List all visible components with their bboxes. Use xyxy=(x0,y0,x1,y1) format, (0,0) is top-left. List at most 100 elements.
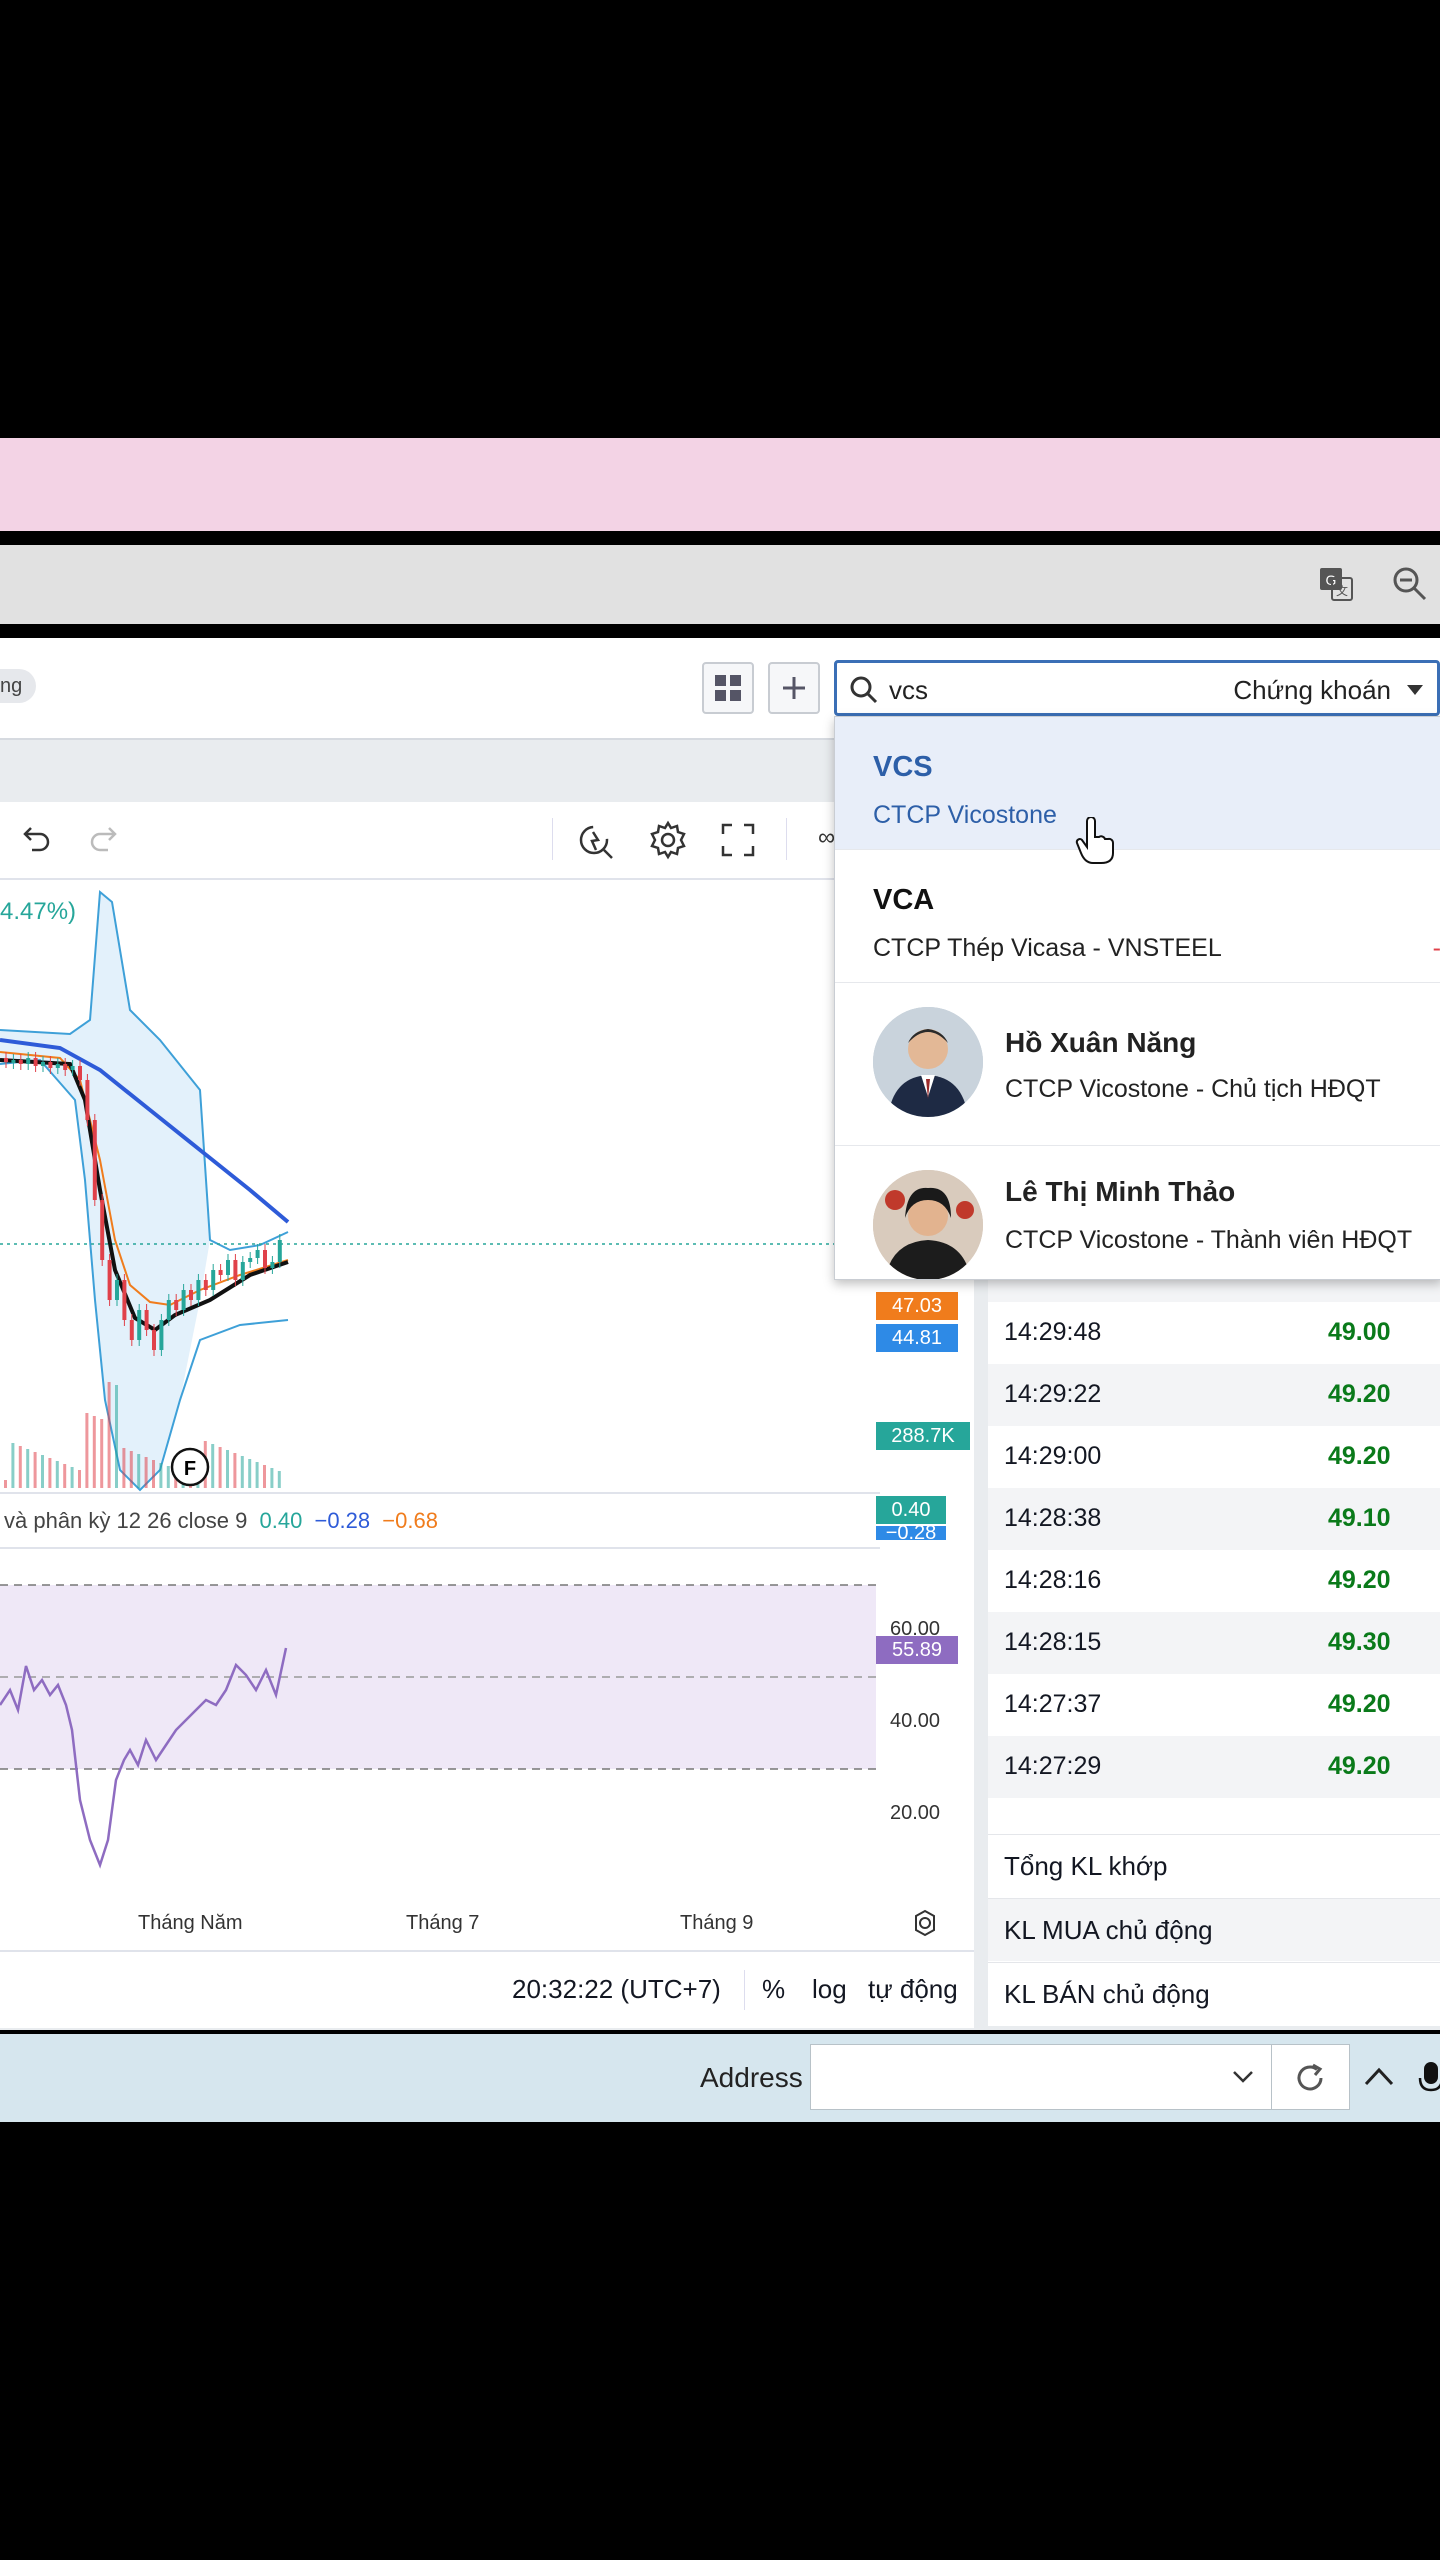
trade-row: 14:28:16 49.20 xyxy=(988,1550,1440,1612)
candle xyxy=(203,1280,208,1290)
trade-row: 14:29:22 49.20 xyxy=(988,1364,1440,1426)
price-tag-orange: 47.03 xyxy=(876,1292,958,1320)
volume-bar xyxy=(248,1459,252,1488)
undo-icon[interactable] xyxy=(18,824,52,854)
candle xyxy=(144,1310,149,1330)
candle xyxy=(277,1240,282,1262)
volume-bar xyxy=(270,1468,274,1488)
settings-gear-icon[interactable] xyxy=(648,820,688,860)
change-percent: 4.47%) xyxy=(0,898,77,925)
candle xyxy=(137,1310,142,1340)
replay-icon[interactable] xyxy=(576,820,616,860)
result-person[interactable]: Hồ Xuân Năng CTCP Vicostone - Chủ tịch H… xyxy=(835,983,1440,1146)
candle xyxy=(115,1280,119,1300)
candle xyxy=(248,1258,253,1262)
price-tag-blue: 44.81 xyxy=(876,1324,958,1352)
trade-price: 49.10 xyxy=(1328,1504,1391,1532)
fullscreen-icon[interactable] xyxy=(720,822,756,858)
candle xyxy=(240,1262,245,1280)
candle xyxy=(78,1066,82,1080)
trade-time: 14:28:15 xyxy=(1004,1628,1102,1656)
percent-toggle[interactable]: % xyxy=(762,1974,785,2005)
summary-buy-active: KL MUA chủ động xyxy=(988,1898,1440,1961)
search-icon xyxy=(850,676,878,704)
redo-icon[interactable] xyxy=(88,824,122,854)
chart-footer: 20:32:22 (UTC+7) % log tự động xyxy=(0,1950,974,2028)
volume-bar xyxy=(226,1450,229,1488)
chart-header-strip xyxy=(0,740,834,800)
volume-bar xyxy=(129,1451,133,1488)
volume-bar xyxy=(240,1456,244,1488)
volume-bar xyxy=(233,1453,237,1488)
axis-settings-icon[interactable] xyxy=(910,1908,940,1938)
chevron-down-icon[interactable] xyxy=(1407,685,1423,695)
volume-bar xyxy=(218,1447,222,1488)
result-symbol: VCS xyxy=(873,751,933,783)
candle xyxy=(41,1062,45,1066)
refresh-icon[interactable] xyxy=(1291,2059,1329,2097)
volume-bar xyxy=(255,1462,259,1488)
result-stock-vcs[interactable]: VCS CTCP Vicostone xyxy=(835,717,1440,850)
candle xyxy=(63,1064,68,1070)
person-name: Hồ Xuân Năng xyxy=(1005,1027,1197,1058)
candle xyxy=(11,1060,16,1063)
log-toggle[interactable]: log xyxy=(812,1974,847,2005)
volume-bar xyxy=(152,1460,155,1488)
chevron-up-icon[interactable] xyxy=(1362,2060,1396,2094)
chart-canvas: F xyxy=(0,889,880,1869)
trade-time: 14:28:16 xyxy=(1004,1566,1102,1594)
summary-sell-active: KL BÁN chủ động xyxy=(988,1962,1440,2025)
volume-bar xyxy=(159,1463,163,1488)
tab-pill[interactable]: ng xyxy=(0,669,37,703)
person-name: Lê Thị Minh Thảo xyxy=(1005,1176,1236,1207)
chevron-down-icon[interactable] xyxy=(1231,2069,1255,2085)
result-stock-vca[interactable]: VCA CTCP Thép Vicasa - VNSTEEL - xyxy=(835,850,1440,983)
candle xyxy=(211,1270,216,1290)
trade-time: 14:29:00 xyxy=(1004,1442,1102,1470)
candle xyxy=(233,1260,238,1280)
symbol-search[interactable]: vcs Chứng khoán xyxy=(834,660,1440,716)
volume-bar xyxy=(137,1454,141,1488)
candle xyxy=(159,1320,164,1350)
address-label: Address xyxy=(700,2062,803,2093)
trade-row: 14:28:38 49.10 xyxy=(988,1488,1440,1550)
volume-bar xyxy=(107,1382,111,1488)
person-role: CTCP Vicostone - Thành viên HĐQT xyxy=(1005,1226,1413,1254)
candle xyxy=(92,1120,97,1200)
address-input[interactable] xyxy=(810,2044,1350,2110)
trade-time: 14:28:38 xyxy=(1004,1504,1102,1532)
result-person[interactable]: Lê Thị Minh Thảo CTCP Vicostone - Thành … xyxy=(835,1146,1440,1279)
translate-icon[interactable]: G文 xyxy=(1314,562,1358,606)
trade-row: 14:28:15 49.30 xyxy=(988,1612,1440,1674)
compare-icon[interactable]: ∞ xyxy=(818,824,835,852)
candle xyxy=(100,1200,105,1260)
volume-tag: 288.7K xyxy=(876,1422,970,1450)
trade-row: 14:27:29 49.20 xyxy=(988,1736,1440,1798)
microphone-icon[interactable] xyxy=(1418,2058,1440,2098)
chart-toolbar: ∞ xyxy=(0,802,835,880)
avatar xyxy=(873,1170,983,1279)
hand-cursor-icon xyxy=(1075,817,1114,864)
volume-bar xyxy=(100,1419,104,1488)
candle xyxy=(226,1260,230,1275)
volume-bar xyxy=(55,1461,59,1488)
auto-scale-toggle[interactable]: tự động xyxy=(868,1974,958,2005)
top-banner xyxy=(0,438,1440,531)
search-input[interactable]: vcs xyxy=(889,675,928,706)
zoom-out-icon[interactable] xyxy=(1388,562,1432,606)
layout-grid-button[interactable] xyxy=(702,662,754,714)
candle xyxy=(18,1060,23,1064)
trade-time: 14:29:22 xyxy=(1004,1380,1102,1408)
rsi-tick-60: 60.00 xyxy=(890,1618,941,1640)
volume-bar xyxy=(4,1480,7,1488)
trade-price: 49.20 xyxy=(1328,1380,1391,1408)
volume-bar xyxy=(78,1470,81,1488)
macd-legend: và phân kỳ 12 26 close 9 0.40 −0.28 −0.6… xyxy=(4,1508,438,1533)
price-chart[interactable]: F 4.47%) và phân kỳ 12 26 close 9 0.40 −… xyxy=(0,880,988,1950)
add-button[interactable] xyxy=(768,662,820,714)
volume-bar xyxy=(85,1413,89,1488)
result-symbol: VCA xyxy=(873,884,935,916)
volume-bar xyxy=(70,1467,74,1488)
search-category-select[interactable]: Chứng khoán xyxy=(1233,675,1391,706)
candle xyxy=(189,1290,193,1300)
